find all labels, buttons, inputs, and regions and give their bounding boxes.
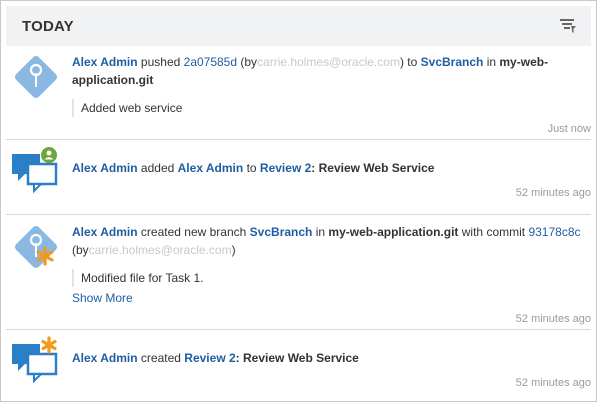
- timestamp: Just now: [547, 123, 591, 135]
- actor-link[interactable]: Alex Admin: [72, 225, 138, 239]
- show-more-link[interactable]: Show More: [72, 291, 133, 305]
- git-push-icon: [10, 51, 62, 103]
- repo-name: my-web-application.git: [328, 225, 459, 239]
- entry-4-text: Alex Admin created Review 2: Review Web …: [72, 351, 359, 365]
- timestamp: 52 minutes ago: [515, 187, 591, 199]
- timestamp: 52 minutes ago: [515, 313, 591, 325]
- new-branch-icon: [10, 221, 62, 273]
- actor-link[interactable]: Alex Admin: [72, 351, 138, 365]
- review-participant-icon: [10, 146, 62, 198]
- actor-link[interactable]: Alex Admin: [72, 55, 138, 69]
- review-title: : Review Web Service: [235, 351, 359, 365]
- divider: [6, 139, 591, 140]
- review-title: : Review Web Service: [311, 161, 435, 175]
- commit-message: Added web service: [72, 99, 182, 117]
- filter-icon[interactable]: [559, 17, 577, 35]
- redacted-email: carrie.holmes@oracle.com: [88, 243, 232, 257]
- activity-stream-panel: TODAY Alex Admin pushed 2a07585d (bycarr…: [0, 0, 597, 402]
- review-link[interactable]: Review 2: [184, 351, 235, 365]
- section-title: TODAY: [22, 18, 74, 35]
- commit-link[interactable]: 2a07585d: [184, 55, 237, 69]
- commit-link[interactable]: 93178c8c: [528, 225, 580, 239]
- timestamp: 52 minutes ago: [515, 377, 591, 389]
- actor-link[interactable]: Alex Admin: [72, 161, 138, 175]
- commit-message: Modified file for Task 1.: [72, 269, 204, 287]
- branch-link[interactable]: SvcBranch: [421, 55, 484, 69]
- entry-2-text: Alex Admin added Alex Admin to Review 2:…: [72, 161, 435, 175]
- divider: [6, 329, 591, 330]
- entry-1-text: Alex Admin pushed 2a07585d (bycarrie.hol…: [72, 55, 549, 87]
- section-header: TODAY: [6, 6, 591, 46]
- redacted-email: carrie.holmes@oracle.com: [257, 55, 400, 69]
- review-created-icon: [10, 336, 62, 388]
- entry-3-text: Alex Admin created new branch SvcBranch …: [72, 225, 581, 257]
- branch-link[interactable]: SvcBranch: [250, 225, 313, 239]
- divider: [6, 214, 591, 215]
- review-link[interactable]: Review 2: [260, 161, 311, 175]
- user-link[interactable]: Alex Admin: [178, 161, 244, 175]
